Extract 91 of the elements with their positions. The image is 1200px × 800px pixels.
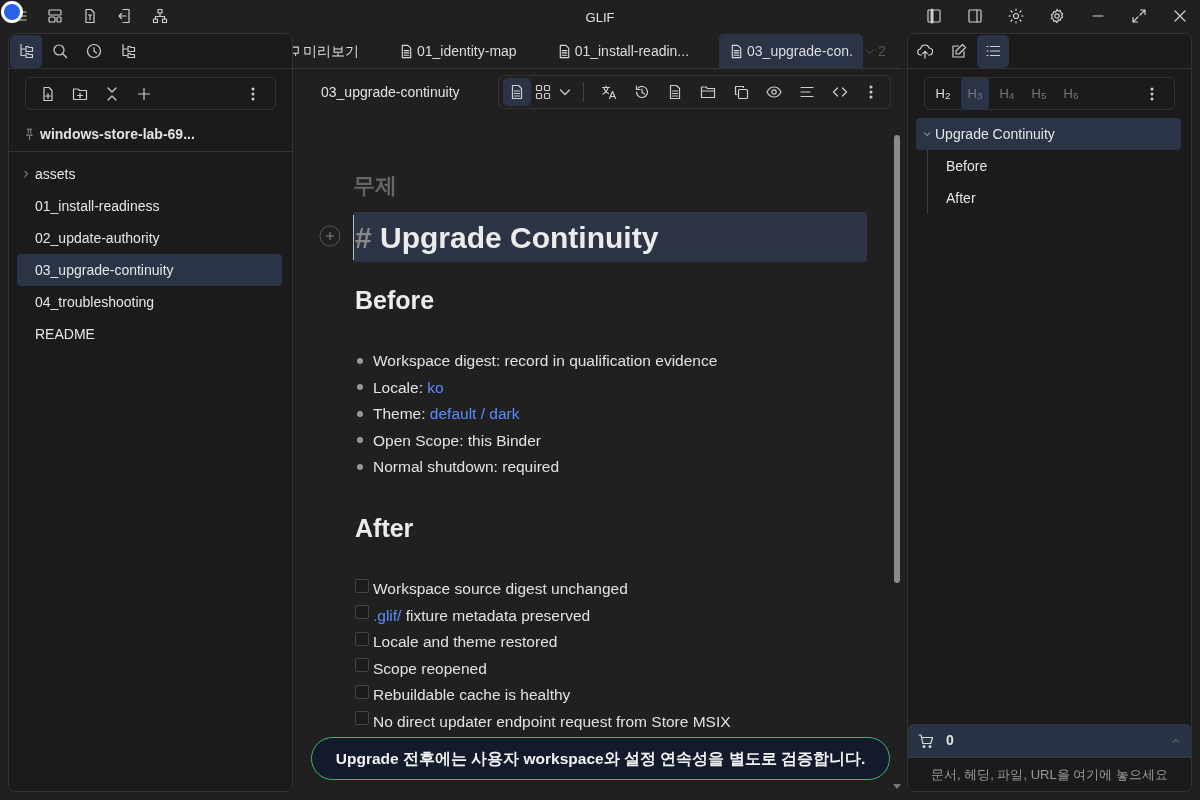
grid-icon: [535, 84, 551, 100]
heading-level-button[interactable]: H$_{2}$: [929, 77, 957, 110]
code-icon: [831, 84, 848, 100]
bullet-icon: [357, 384, 363, 391]
chevron-icon: [922, 129, 932, 139]
outline-tab[interactable]: [977, 34, 1009, 68]
outline-item[interactable]: Before: [946, 150, 1181, 182]
list-item: Workspace digest: record in qualification evidence: [373, 351, 718, 372]
pointer-dot: [1, 1, 23, 23]
list-item: Theme: default / dark: [373, 404, 520, 425]
hierarchy-icon: [152, 8, 168, 24]
checkbox[interactable]: [355, 658, 369, 673]
heading-title: # Upgrade Continuity: [353, 214, 659, 260]
checkbox[interactable]: [355, 711, 369, 726]
minimize-icon: [1092, 15, 1104, 17]
search-icon: [52, 43, 68, 59]
file-item[interactable]: 02_update-authority: [17, 222, 282, 254]
basket-bar[interactable]: 0: [908, 724, 1191, 757]
title-field[interactable]: 무제: [353, 169, 553, 202]
document-icon: [399, 43, 414, 59]
scroll-down-icon[interactable]: [893, 782, 901, 790]
task-item: Rebuildable cache is healthy: [373, 685, 571, 706]
sidebar-icon: [967, 8, 983, 24]
folder-icon: [699, 84, 716, 100]
align-icon: [798, 84, 815, 100]
document-tab[interactable]: 미리보기: [293, 34, 369, 68]
document-view-button[interactable]: [503, 78, 531, 106]
section-heading: Before: [355, 285, 436, 316]
pin-icon: [23, 128, 36, 141]
cart-icon: [918, 732, 934, 749]
checkbox[interactable]: [355, 605, 369, 620]
copy-icon: [732, 84, 749, 100]
basket-count: 0: [946, 731, 955, 750]
settings-icon: [1049, 8, 1065, 24]
tree-icon: [120, 43, 136, 59]
list-icon: [985, 43, 1001, 59]
outline-item[interactable]: After: [946, 182, 1181, 214]
eye-icon: [765, 84, 782, 100]
document-icon: [82, 8, 98, 24]
layout-icon: [47, 8, 63, 24]
file-item[interactable]: 04_troubleshooting: [17, 286, 282, 318]
task-item: Locale and theme restored: [373, 632, 558, 653]
file-item[interactable]: 03_upgrade-continuity: [17, 254, 282, 286]
checkbox[interactable]: [355, 684, 369, 699]
list-item: Normal shutdown: required: [373, 457, 560, 478]
edit-icon: [951, 43, 967, 59]
document-tab[interactable]: 01_identity-map: [389, 34, 527, 68]
bullet-icon: [357, 410, 363, 417]
document-tab[interactable]: 01_install-readin...: [546, 34, 700, 68]
task-item: Scope reopened: [373, 658, 487, 679]
outline-item[interactable]: Upgrade Continuity: [916, 118, 1181, 150]
sun-icon: [1008, 8, 1024, 24]
bullet-icon: [357, 357, 363, 364]
document-tab[interactable]: 03_upgrade-con.: [719, 34, 863, 68]
new-file-icon: [40, 85, 56, 102]
folder-item[interactable]: assets: [17, 158, 282, 190]
workspace-name: windows-store-lab-69...: [40, 125, 195, 144]
link[interactable]: .glif/: [373, 606, 402, 624]
clock-icon: [86, 43, 102, 59]
window-title: GLIF: [585, 9, 615, 27]
checkbox[interactable]: [355, 578, 369, 593]
scrollbar-thumb[interactable]: [894, 135, 900, 583]
document-icon: [509, 84, 525, 100]
cloud-upload-icon: [917, 43, 933, 59]
exit-icon: [117, 8, 133, 24]
file-item[interactable]: README: [17, 318, 282, 350]
toast-message: Upgrade 전후에는 사용자 workspace와 설정 연속성을 별도로 검증합니다.: [311, 737, 890, 780]
tree-icon: [18, 43, 34, 59]
history-icon: [633, 84, 650, 100]
task-item: Workspace source digest unchanged: [373, 579, 628, 600]
drop-hint: 문서, 헤딩, 파일, URL을 여기에 놓으세요: [908, 757, 1191, 791]
link[interactable]: default / dark: [429, 405, 520, 423]
maximize-icon: [1131, 8, 1147, 24]
document-name: 03_upgrade-continuity: [321, 82, 461, 102]
new-folder-icon: [72, 85, 88, 102]
plus-icon: [136, 85, 152, 102]
translate-icon: [600, 84, 617, 100]
sidebar-icon: [926, 8, 942, 24]
chevron-icon: [21, 169, 31, 179]
bullet-icon: [357, 437, 363, 444]
list-item: Open Scope: this Binder: [373, 430, 542, 451]
bullet-icon: [357, 463, 363, 470]
task-item: No direct updater endpoint request from Store MSIX: [373, 711, 731, 732]
file-tree-tab[interactable]: [10, 34, 42, 68]
close-icon: [1172, 8, 1188, 24]
section-heading: After: [355, 513, 415, 544]
file-item[interactable]: 01_install-readiness: [17, 190, 282, 222]
task-item: .glif/ fixture metadata preserved: [373, 605, 591, 626]
checkbox[interactable]: [355, 631, 369, 646]
link[interactable]: ko: [427, 378, 444, 396]
list-item: Locale: ko: [373, 377, 444, 398]
